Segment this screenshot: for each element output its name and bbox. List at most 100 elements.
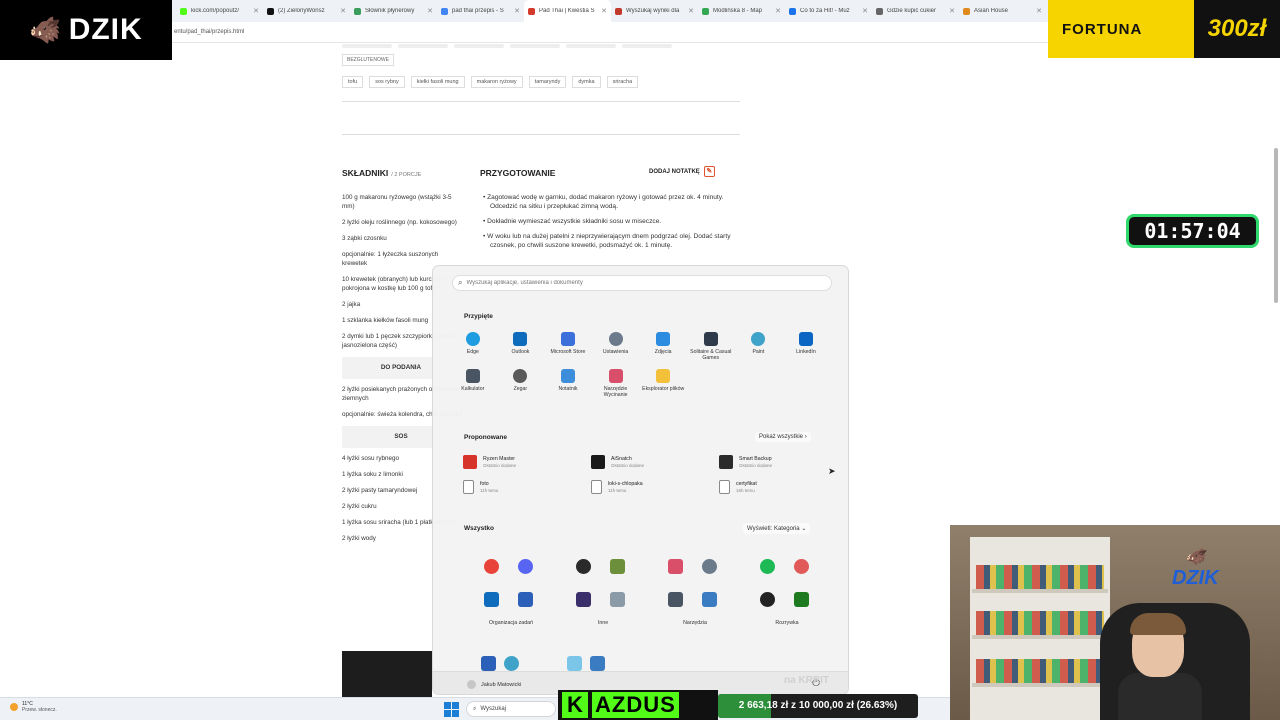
- tag-gluten-free[interactable]: BEZGLUTENOWE: [342, 54, 394, 66]
- settings-icon[interactable]: [701, 559, 717, 574]
- webcam-feed: 🐗 DZIK: [950, 525, 1280, 720]
- pinned-app[interactable]: Kalkulator: [449, 369, 497, 398]
- close-icon[interactable]: ✕: [340, 7, 346, 15]
- game-icon[interactable]: [609, 592, 625, 607]
- recipe-photo: [342, 651, 432, 697]
- pinned-app[interactable]: Solitaire & Casual Games: [687, 332, 735, 361]
- close-icon[interactable]: ✕: [514, 7, 520, 15]
- app-icon[interactable]: [590, 656, 605, 671]
- pinned-apps: Edge Outlook Microsoft Store Ustawienia Zdję…: [449, 332, 829, 398]
- add-note-button[interactable]: DODAJ NOTATKĘ ✎: [649, 166, 715, 177]
- todo-icon[interactable]: [517, 592, 533, 607]
- recipe-tag[interactable]: tamaryndy: [528, 76, 567, 88]
- scrollbar-thumb[interactable]: [1274, 148, 1278, 303]
- pinned-app[interactable]: Narzędzie Wycinanie: [592, 369, 640, 398]
- recommended-item[interactable]: certyfikat 16h temu: [719, 478, 847, 495]
- recommended-item[interactable]: Ryzen Master Ostatnio dodane: [463, 453, 591, 470]
- outlook-icon[interactable]: [483, 592, 499, 607]
- close-icon[interactable]: ✕: [862, 7, 868, 15]
- recommended-item[interactable]: loki-s-chlopaka 11h temu: [591, 478, 719, 495]
- weather-widget[interactable]: 11°C Przew. słonecz.: [10, 701, 57, 713]
- browser-tab[interactable]: Gdzie kupić cukier ✕: [872, 0, 959, 22]
- recommended-item[interactable]: foto 11h temu: [463, 478, 591, 495]
- start-button[interactable]: [444, 702, 460, 717]
- recipe-tag[interactable]: dymka: [572, 76, 601, 88]
- close-icon[interactable]: ✕: [601, 7, 607, 15]
- close-icon[interactable]: ✕: [775, 7, 781, 15]
- address-bar[interactable]: entu/pad_thai/przepis.html: [172, 24, 1052, 40]
- app-icon[interactable]: [567, 656, 582, 671]
- recipe-tag[interactable]: makaron ryżowy: [470, 76, 523, 88]
- step-text: W woku lub na dużej patelni z nieprzywie…: [487, 233, 731, 249]
- game-icon[interactable]: [793, 559, 809, 574]
- pinned-app[interactable]: Notatnik: [544, 369, 592, 398]
- media-player-icon[interactable]: [759, 592, 775, 607]
- browser-tab[interactable]: (2) ZielonyWonsz ✕: [263, 0, 350, 22]
- recipe-tag[interactable]: tofu: [342, 76, 364, 88]
- discord-icon[interactable]: [517, 559, 533, 574]
- spotify-icon[interactable]: [759, 559, 775, 574]
- close-icon[interactable]: ✕: [1036, 7, 1042, 15]
- user-account-button[interactable]: Jakub Matowicki: [467, 680, 521, 689]
- start-search-input[interactable]: [466, 280, 807, 286]
- solitaire-icon: [703, 332, 718, 346]
- browser-tab[interactable]: kick.com/popoutz/ ✕: [176, 0, 263, 22]
- tag-placeholder: [454, 44, 504, 48]
- minecraft-icon[interactable]: [609, 559, 625, 574]
- browser-tab[interactable]: Pad Thai | Kwestia S ✕: [524, 0, 611, 22]
- app-category-folder[interactable]: Inne: [557, 550, 649, 640]
- taskbar-search[interactable]: ⌕ Wyszukaj: [466, 701, 556, 717]
- recipe-tag[interactable]: kiełki fasoli mung: [410, 76, 465, 88]
- settings-icon: [608, 332, 623, 346]
- obs-icon[interactable]: [575, 559, 591, 574]
- browser-tab[interactable]: Co to za Hit! - Muz ✕: [785, 0, 872, 22]
- browser-tab[interactable]: Słownik płynerowy ✕: [350, 0, 437, 22]
- pinned-app[interactable]: Edge: [449, 332, 497, 361]
- pinned-app[interactable]: Microsoft Store: [544, 332, 592, 361]
- portions-selector[interactable]: / 2 PORCJE: [391, 172, 421, 178]
- recipe-tag[interactable]: sriracha: [606, 76, 639, 88]
- recipe-tag[interactable]: sos rybny: [369, 76, 405, 88]
- start-search-box[interactable]: ⌕: [452, 275, 832, 291]
- pinned-app[interactable]: Zegar: [497, 369, 545, 398]
- app-icon[interactable]: [575, 592, 591, 607]
- recommended-subtitle: 11h temu: [608, 487, 627, 493]
- mouse-cursor-icon: ➤: [828, 466, 836, 476]
- pinned-app[interactable]: LinkedIn: [782, 332, 830, 361]
- calculator-icon[interactable]: [667, 592, 683, 607]
- close-icon[interactable]: ✕: [949, 7, 955, 15]
- chrome-icon[interactable]: [483, 559, 499, 574]
- app-category-folder[interactable]: Organizacja zadań: [465, 550, 557, 640]
- pinned-app[interactable]: Eksplorator plików: [639, 369, 687, 398]
- app-category-folder[interactable]: Rozrywka: [741, 550, 833, 640]
- control-panel-icon[interactable]: [701, 592, 717, 607]
- close-icon[interactable]: ✕: [253, 7, 259, 15]
- browser-tab[interactable]: Modlińska 8 - Map ✕: [698, 0, 785, 22]
- tab-title: Modlińska 8 - Map: [713, 8, 763, 14]
- recommended-item[interactable]: AiSnatch Ostatnio dodane: [591, 453, 719, 470]
- app-label: Notatnik: [558, 386, 578, 392]
- pinned-app[interactable]: Outlook: [497, 332, 545, 361]
- tag-placeholder: [566, 44, 616, 48]
- edge-icon: [465, 332, 480, 346]
- divider: [342, 101, 740, 102]
- snipping-tool-icon[interactable]: [667, 559, 683, 574]
- browser-tab[interactable]: Wyszukaj wyniki dla ✕: [611, 0, 698, 22]
- browser-tab[interactable]: Asian House ✕: [959, 0, 1046, 22]
- pinned-app[interactable]: Paint: [735, 332, 783, 361]
- show-all-button[interactable]: Pokaż wszystkie ›: [755, 432, 811, 442]
- close-icon[interactable]: ✕: [688, 7, 694, 15]
- xbox-icon[interactable]: [793, 592, 809, 607]
- streamer-body: [1118, 673, 1202, 720]
- app-icon[interactable]: [481, 656, 496, 671]
- close-icon[interactable]: ✕: [427, 7, 433, 15]
- view-category-button[interactable]: Wyświetl: Kategoria ⌄: [743, 523, 811, 534]
- app-category-folder[interactable]: Narzędzia: [649, 550, 741, 640]
- pinned-app[interactable]: Ustawienia: [592, 332, 640, 361]
- browser-tabs: kick.com/popoutz/✕ (2) ZielonyWonsz ✕ Słown…: [176, 0, 1046, 22]
- app-icon[interactable]: [504, 656, 519, 671]
- pinned-app[interactable]: Zdjęcia: [639, 332, 687, 361]
- photos-icon: [656, 332, 671, 346]
- recipe-tags: tofu sos rybny kiełki fasoli mung makaron r…: [342, 76, 639, 88]
- browser-tab[interactable]: pad thai przepis - S ✕: [437, 0, 524, 22]
